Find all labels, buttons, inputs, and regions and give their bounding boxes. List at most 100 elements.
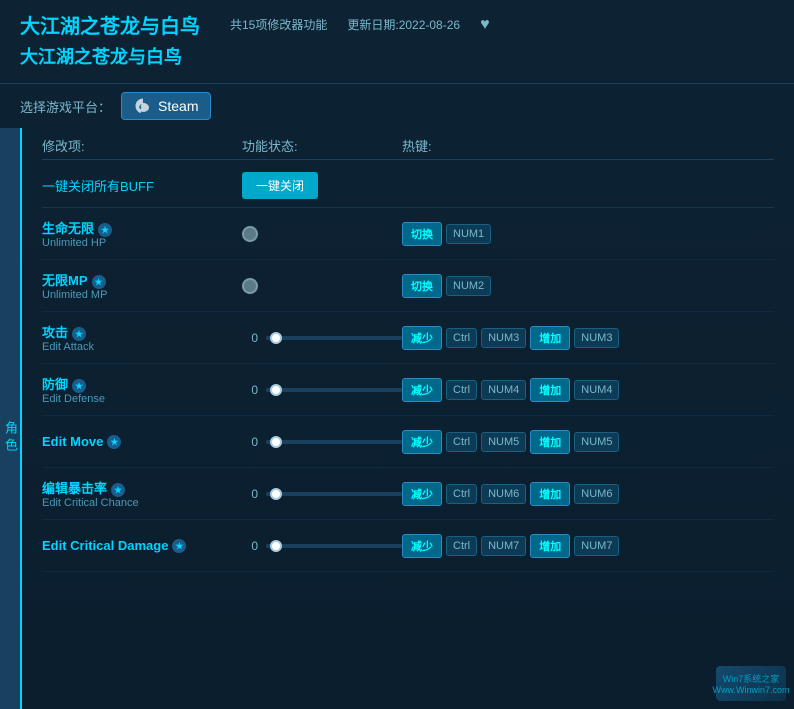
mod-name-zh-5: 编辑暴击率★	[42, 478, 242, 497]
mod-hotkey-col-0: 切换NUM1	[402, 222, 774, 246]
star-icon-2[interactable]: ★	[72, 327, 86, 341]
onekey-button[interactable]: 一键关闭	[242, 172, 318, 199]
hotkey-3-0[interactable]: 减少	[402, 378, 442, 402]
onekey-label: 一键关闭所有BUFF	[42, 176, 242, 195]
hotkey-5-3[interactable]: 增加	[530, 482, 570, 506]
platform-label: 选择游戏平台：	[20, 97, 111, 116]
slider-track-4[interactable]	[266, 440, 402, 444]
modifier-row-5: 编辑暴击率★Edit Critical Chance0减少CtrlNUM6增加N…	[42, 468, 774, 520]
mod-name-zh-1: 无限MP★	[42, 270, 242, 289]
col-status-header: 功能状态:	[242, 136, 402, 155]
heart-icon[interactable]: ♥	[480, 16, 490, 34]
modifier-row-0: 生命无限★Unlimited HP切换NUM1	[42, 208, 774, 260]
mod-name-en-2: Edit Attack	[42, 341, 242, 353]
star-icon-4[interactable]: ★	[107, 435, 121, 449]
slider-thumb-5[interactable]	[270, 488, 282, 500]
slider-track-5[interactable]	[266, 492, 402, 496]
slider-track-2[interactable]	[266, 336, 402, 340]
hotkey-3-4[interactable]: NUM4	[574, 380, 619, 400]
slider-thumb-4[interactable]	[270, 436, 282, 448]
mod-name-en-3: Edit Defense	[42, 393, 242, 405]
hotkey-6-3[interactable]: 增加	[530, 534, 570, 558]
slider-container-4: 0	[242, 435, 402, 449]
hotkey-4-4[interactable]: NUM5	[574, 432, 619, 452]
main-panel: 修改项: 功能状态: 热键: 一键关闭所有BUFF 一键关闭 生命无限★Unli…	[22, 128, 794, 709]
steam-button[interactable]: Steam	[121, 92, 211, 120]
hotkey-1-0[interactable]: 切换	[402, 274, 442, 298]
mod-name-col-4: Edit Move★	[42, 434, 242, 450]
toggle-circle-1[interactable]	[242, 278, 258, 294]
slider-thumb-3[interactable]	[270, 384, 282, 396]
hotkey-2-1[interactable]: Ctrl	[446, 328, 477, 348]
hotkey-6-4[interactable]: NUM7	[574, 536, 619, 556]
hotkey-0-1[interactable]: NUM1	[446, 224, 491, 244]
mod-name-en-0: Unlimited HP	[42, 237, 242, 249]
side-tab: 角色	[0, 128, 22, 709]
modifier-row-2: 攻击★Edit Attack0减少CtrlNUM3增加NUM3	[42, 312, 774, 364]
header: 大江湖之苍龙与白鸟 共15项修改器功能 更新日期:2022-08-26 ♥ 大江…	[0, 0, 794, 84]
hotkey-0-0[interactable]: 切换	[402, 222, 442, 246]
steam-label: Steam	[158, 98, 198, 114]
watermark-line1: Win7系统之家	[723, 672, 780, 685]
toggle-circle-0[interactable]	[242, 226, 258, 242]
slider-value-5: 0	[242, 487, 258, 501]
mod-status-col-6: 0	[242, 539, 402, 553]
hotkey-5-2[interactable]: NUM6	[481, 484, 526, 504]
mod-name-col-1: 无限MP★Unlimited MP	[42, 270, 242, 301]
hotkey-4-3[interactable]: 增加	[530, 430, 570, 454]
game-title-sub: 大江湖之苍龙与白鸟	[20, 43, 774, 69]
modifier-row-3: 防御★Edit Defense0减少CtrlNUM4增加NUM4	[42, 364, 774, 416]
mod-name-zh-3: 防御★	[42, 374, 242, 393]
platform-row: 选择游戏平台： Steam	[0, 84, 794, 128]
slider-thumb-6[interactable]	[270, 540, 282, 552]
watermark-logo: Win7系统之家 Www.Winwin7.com	[716, 666, 786, 701]
hotkey-2-0[interactable]: 减少	[402, 326, 442, 350]
mod-name-en-1: Unlimited MP	[42, 289, 242, 301]
hotkey-3-1[interactable]: Ctrl	[446, 380, 477, 400]
hotkey-5-4[interactable]: NUM6	[574, 484, 619, 504]
hotkey-1-1[interactable]: NUM2	[446, 276, 491, 296]
star-icon-1[interactable]: ★	[92, 275, 106, 289]
mod-hotkey-col-4: 减少CtrlNUM5增加NUM5	[402, 430, 774, 454]
hotkey-4-1[interactable]: Ctrl	[446, 432, 477, 452]
mod-name-en-6: Edit Critical Damage★	[42, 538, 242, 554]
steam-icon	[134, 97, 152, 115]
mod-status-col-5: 0	[242, 487, 402, 501]
content-area: 角色 修改项: 功能状态: 热键: 一键关闭所有BUFF 一键关闭 生命无限★U…	[0, 128, 794, 709]
hotkey-2-2[interactable]: NUM3	[481, 328, 526, 348]
hotkey-6-1[interactable]: Ctrl	[446, 536, 477, 556]
slider-track-6[interactable]	[266, 544, 402, 548]
hotkey-5-0[interactable]: 减少	[402, 482, 442, 506]
slider-container-6: 0	[242, 539, 402, 553]
mod-hotkey-col-2: 减少CtrlNUM3增加NUM3	[402, 326, 774, 350]
hotkey-6-2[interactable]: NUM7	[481, 536, 526, 556]
star-icon-5[interactable]: ★	[111, 483, 125, 497]
star-icon-6[interactable]: ★	[172, 539, 186, 553]
slider-thumb-2[interactable]	[270, 332, 282, 344]
hotkey-2-3[interactable]: 增加	[530, 326, 570, 350]
hotkey-6-0[interactable]: 减少	[402, 534, 442, 558]
modifier-row-1: 无限MP★Unlimited MP 切换NUM2	[42, 260, 774, 312]
slider-container-5: 0	[242, 487, 402, 501]
meta-features: 共15项修改器功能	[230, 16, 327, 33]
star-icon-0[interactable]: ★	[98, 223, 112, 237]
hotkey-3-3[interactable]: 增加	[530, 378, 570, 402]
hotkey-4-0[interactable]: 减少	[402, 430, 442, 454]
mod-name-col-2: 攻击★Edit Attack	[42, 322, 242, 353]
hotkey-3-2[interactable]: NUM4	[481, 380, 526, 400]
mod-name-col-3: 防御★Edit Defense	[42, 374, 242, 405]
watermark: Win7系统之家 Www.Winwin7.com	[716, 666, 786, 701]
hotkey-5-1[interactable]: Ctrl	[446, 484, 477, 504]
hotkey-4-2[interactable]: NUM5	[481, 432, 526, 452]
slider-track-3[interactable]	[266, 388, 402, 392]
col-mod-header: 修改项:	[42, 136, 242, 155]
slider-container-3: 0	[242, 383, 402, 397]
watermark-line2: Www.Winwin7.com	[713, 685, 790, 695]
mod-hotkey-col-6: 减少CtrlNUM7增加NUM7	[402, 534, 774, 558]
hotkey-2-4[interactable]: NUM3	[574, 328, 619, 348]
col-hotkey-header: 热键:	[402, 136, 774, 155]
slider-value-3: 0	[242, 383, 258, 397]
star-icon-3[interactable]: ★	[72, 379, 86, 393]
mod-name-en-4: Edit Move★	[42, 434, 242, 450]
mod-status-col-3: 0	[242, 383, 402, 397]
